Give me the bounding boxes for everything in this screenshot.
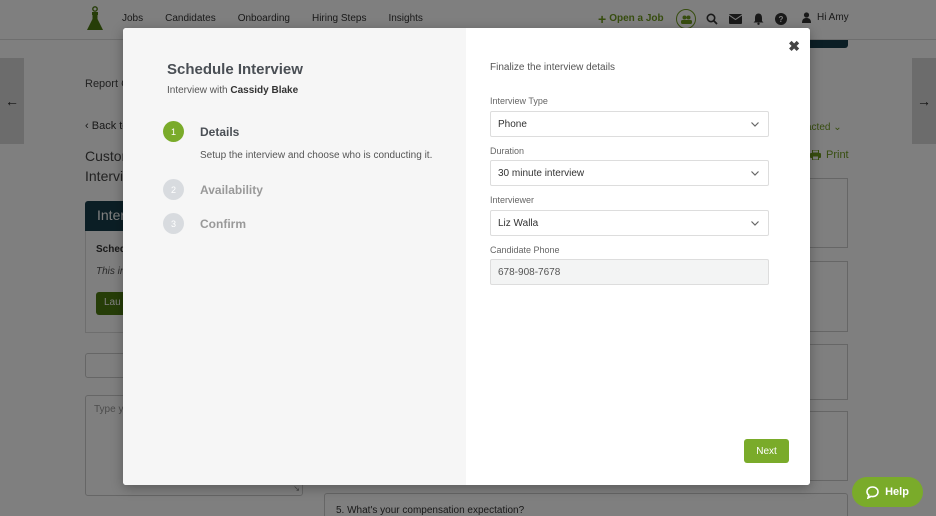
help-button[interactable]: Help — [852, 477, 923, 507]
next-button[interactable]: Next — [744, 439, 789, 463]
candidate-phone-label: Candidate Phone — [490, 245, 560, 255]
step-confirm: 3 Confirm — [163, 213, 246, 234]
step-label: Details — [200, 124, 240, 139]
interview-type-select[interactable]: Phone — [490, 111, 769, 137]
duration-select[interactable]: 30 minute interview — [490, 160, 769, 186]
step-label: Confirm — [200, 216, 246, 231]
modal-steps-panel: Schedule Interview Interview with Cassid… — [123, 28, 466, 485]
interviewer-label: Interviewer — [490, 195, 535, 205]
interviewer-value: Liz Walla — [498, 218, 539, 229]
chevron-down-icon — [751, 221, 759, 226]
chevron-down-icon — [751, 122, 759, 127]
schedule-interview-modal: Schedule Interview Interview with Cassid… — [123, 28, 810, 485]
duration-label: Duration — [490, 146, 525, 156]
form-heading: Finalize the interview details — [490, 62, 616, 73]
modal-subtitle: Interview with Cassidy Blake — [167, 85, 298, 96]
step-details: 1 Details — [163, 121, 239, 142]
step-number-badge: 2 — [163, 179, 184, 200]
chevron-down-icon — [751, 171, 759, 176]
interview-type-label: Interview Type — [490, 96, 548, 106]
step-label: Availability — [200, 182, 263, 197]
candidate-name: Cassidy Blake — [230, 85, 299, 96]
step-number-badge: 1 — [163, 121, 184, 142]
step-description: Setup the interview and choose who is co… — [200, 150, 433, 161]
interviewer-select[interactable]: Liz Walla — [490, 210, 769, 236]
chat-bubble-icon — [866, 485, 879, 499]
step-availability: 2 Availability — [163, 179, 263, 200]
modal-form-panel: ✖ Finalize the interview details Intervi… — [466, 28, 810, 485]
modal-title: Schedule Interview — [167, 61, 303, 78]
subtitle-prefix: Interview with — [167, 85, 231, 96]
help-label: Help — [885, 486, 909, 498]
duration-value: 30 minute interview — [498, 168, 585, 179]
close-icon[interactable]: ✖ — [788, 38, 800, 55]
candidate-phone-input[interactable]: 678-908-7678 — [490, 259, 769, 285]
candidate-phone-value: 678-908-7678 — [498, 267, 561, 278]
step-number-badge: 3 — [163, 213, 184, 234]
interview-type-value: Phone — [498, 119, 527, 130]
